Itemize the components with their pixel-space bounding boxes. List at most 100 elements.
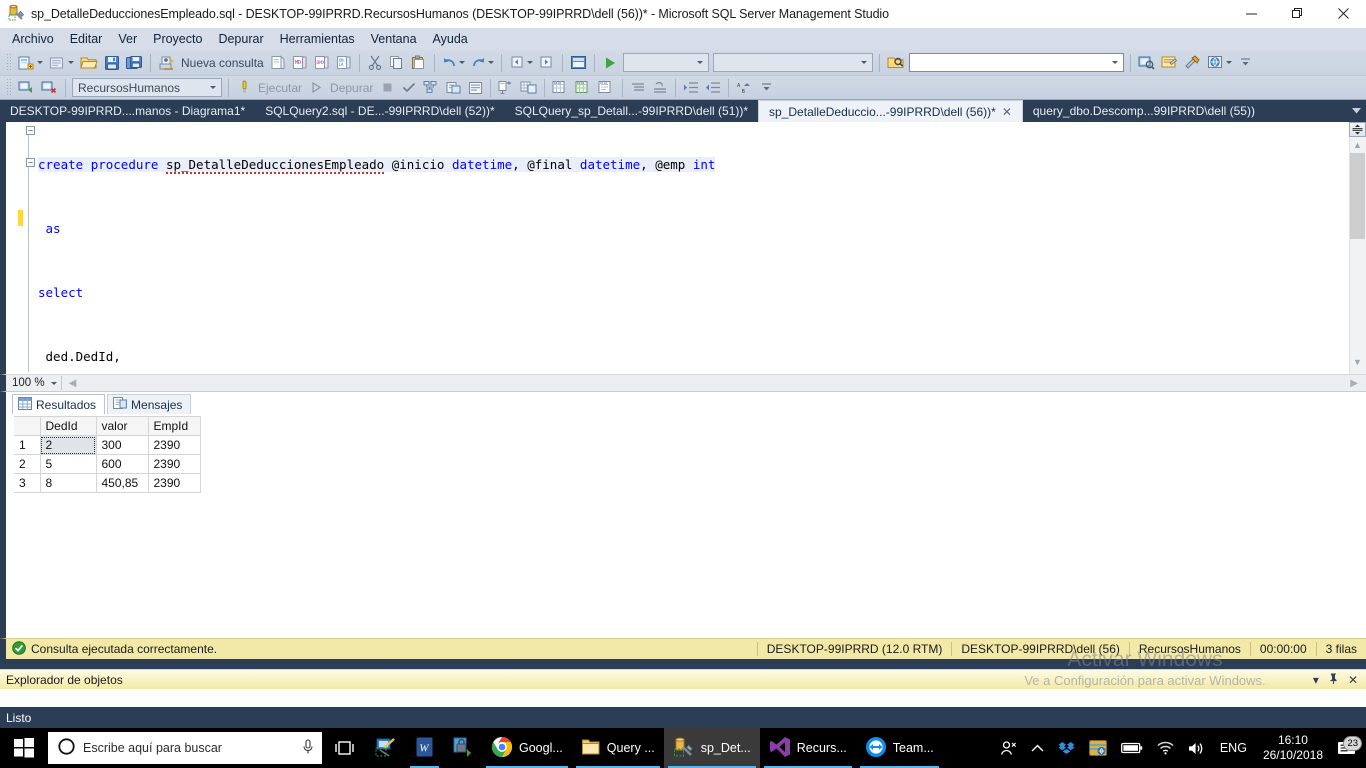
table-row[interactable]: 3 8 450,85 2390 [14,473,201,493]
menu-item-proyecto[interactable]: Proyecto [145,30,210,48]
action-center-button[interactable]: 23 [1331,735,1366,757]
minimize-button[interactable] [1228,0,1274,28]
navigate-backward-icon[interactable] [506,52,536,74]
debug-play-icon[interactable] [305,77,327,99]
results-to-report-icon[interactable]: 1010 [595,77,618,99]
scroll-down-arrow[interactable]: ▼ [1349,354,1366,370]
menu-item-ventana[interactable]: Ventana [363,30,425,48]
cell-valor[interactable]: 600 [95,454,149,474]
tab-list-dropdown-icon[interactable] [1346,100,1366,122]
cell-empid[interactable]: 2390 [147,454,201,474]
collapse-box-select[interactable]: − [26,158,35,167]
battery-icon[interactable] [1114,742,1150,754]
start-button[interactable] [0,728,48,768]
table-row[interactable]: 2 5 600 2390 [14,454,201,474]
new-query-label[interactable]: Nueva consulta [178,56,267,70]
zoom-dropdown-icon[interactable] [50,381,57,385]
toolbar2-grip[interactable] [5,78,12,97]
show-diagram-pane-icon[interactable] [567,52,590,74]
tab-close-icon[interactable]: ✕ [1002,105,1012,119]
microphone-icon[interactable] [302,738,314,758]
new-dmx-query-icon[interactable]: DMX [311,52,333,74]
volume-icon[interactable] [1181,741,1212,756]
cut-icon[interactable] [364,52,386,74]
header-dedid[interactable]: DedId [39,416,97,436]
menu-item-herramientas[interactable]: Herramientas [272,30,363,48]
results-to-file-grid-icon[interactable]: 1010 [549,77,572,99]
scroll-up-arrow[interactable]: ▲ [1349,137,1366,153]
menu-item-archivo[interactable]: Archivo [4,30,62,48]
search-input[interactable]: Escribe aquí para buscar [48,732,322,764]
cell-empid[interactable]: 2390 [147,473,201,493]
row-number[interactable]: 1 [14,435,41,455]
new-query-button[interactable] [155,52,178,74]
close-button[interactable] [1320,0,1366,28]
taskbar-item-snippingtool[interactable] [366,728,406,768]
menu-item-ayuda[interactable]: Ayuda [425,30,476,48]
editor-split-button[interactable] [1349,122,1366,137]
cell-dedid[interactable]: 5 [39,454,97,474]
panel-pin-icon[interactable] [1329,673,1338,687]
editor-outlining-gutter[interactable]: − − [24,122,38,374]
tab-sqlquery-sp-detalle[interactable]: SQLQuery_sp_Detall...-99IPRRD\dell (51))… [504,100,759,122]
task-view-button[interactable] [322,728,366,768]
disconnect-icon[interactable] [38,77,61,99]
toolbar-grip[interactable] [5,53,12,72]
hscroll-left-arrow[interactable]: ◀ [66,378,80,389]
toolbar2-overflow-button[interactable] [755,77,777,99]
connect-icon[interactable] [15,77,38,99]
taskbar-item-teamviewer[interactable]: Team... [856,728,943,768]
show-hidden-icons-chevron-icon[interactable] [1024,744,1051,753]
header-rownum[interactable] [14,416,41,436]
cell-dedid[interactable]: 8 [39,473,97,493]
object-explorer-icon[interactable] [1135,52,1158,74]
undo-icon[interactable] [439,52,468,74]
sql-editor[interactable]: − − create procedure sp_DetalleDeduccion… [0,122,1366,374]
row-number[interactable]: 2 [14,454,41,474]
taskbar-clock[interactable]: 16:10 26/10/2018 [1255,733,1331,763]
increase-indent-icon[interactable] [680,77,702,99]
navigate-forward-icon[interactable] [536,52,558,74]
copy-icon[interactable] [386,52,408,74]
open-file-button[interactable] [77,52,101,74]
toolbar-overflow-button[interactable] [1235,52,1257,74]
cell-empid[interactable]: 2390 [147,435,201,455]
row-number[interactable]: 3 [14,473,41,493]
language-indicator[interactable]: ENG [1212,741,1255,755]
include-actual-plan-icon[interactable] [464,77,486,99]
collapse-box-create[interactable]: − [26,126,35,135]
menu-item-ver[interactable]: Ver [110,30,145,48]
paste-icon[interactable] [408,52,430,74]
taskbar-item-visualstudio[interactable]: Recurs... [760,728,856,768]
query-options-icon[interactable] [442,77,464,99]
object-explorer-header[interactable]: Explorador de objetos ▾ ✕ [0,669,1366,689]
new-folder-button[interactable] [46,52,77,74]
find-in-files-icon[interactable] [884,52,907,74]
new-mdx-query-icon[interactable]: MD [289,52,311,74]
maximize-button[interactable] [1274,0,1320,28]
toolbar-combo-2[interactable] [712,53,873,72]
taskbar-item-ssms[interactable]: sp_Det... [663,728,760,768]
menu-item-depurar[interactable]: Depurar [210,30,271,48]
new-project-button[interactable] [15,52,46,74]
redo-icon[interactable] [468,52,497,74]
header-empid[interactable]: EmpId [147,416,201,436]
results-grid-alt-icon[interactable]: 1010 [572,77,595,99]
menu-item-editar[interactable]: Editar [62,30,111,48]
code-text[interactable]: create procedure sp_DetalleDeduccionesEm… [38,122,1366,374]
parse-check-icon[interactable] [398,77,420,99]
execute-label[interactable]: Ejecutar [255,81,305,95]
table-row[interactable]: 1 2 300 2390 [14,435,201,455]
cell-valor[interactable]: 450,85 [95,473,149,493]
comment-lines-icon[interactable] [627,77,649,99]
editor-vertical-scrollbar[interactable]: ▲ ▼ [1349,122,1366,374]
taskbar-item-security[interactable] [443,728,482,768]
stop-icon[interactable] [376,77,398,99]
cell-valor[interactable]: 300 [95,435,149,455]
find-input[interactable] [908,53,1124,72]
dropbox-icon[interactable] [1051,741,1082,756]
tools-options-icon[interactable] [1181,52,1204,74]
save-button[interactable] [101,52,123,74]
decrease-indent-icon[interactable] [702,77,724,99]
tab-diagrama1[interactable]: DESKTOP-99IPRRD....manos - Diagrama1* [0,100,256,122]
